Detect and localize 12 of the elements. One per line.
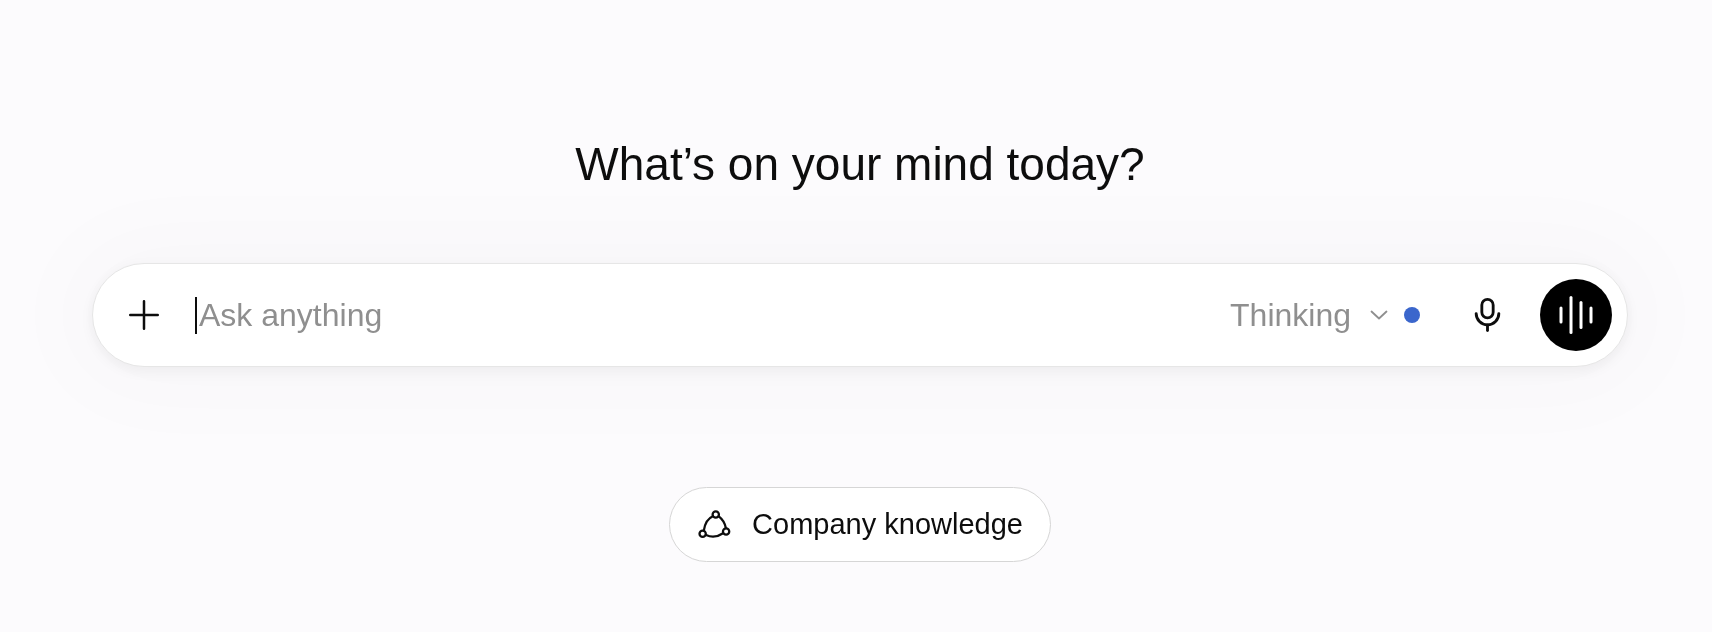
chevron-down-icon — [1370, 310, 1388, 320]
waveform-icon — [1559, 296, 1593, 334]
message-input[interactable]: Ask anything — [195, 296, 1211, 334]
connected-nodes-icon — [698, 510, 732, 539]
voice-mode-button[interactable] — [1540, 279, 1612, 351]
plus-icon — [129, 300, 159, 330]
microphone-icon — [1473, 298, 1502, 332]
add-button[interactable] — [129, 300, 159, 330]
page-heading: What’s on your mind today? — [575, 138, 1145, 190]
company-knowledge-button[interactable]: Company knowledge — [669, 487, 1051, 562]
microphone-button[interactable] — [1473, 298, 1502, 332]
status-dot-icon — [1404, 307, 1420, 323]
